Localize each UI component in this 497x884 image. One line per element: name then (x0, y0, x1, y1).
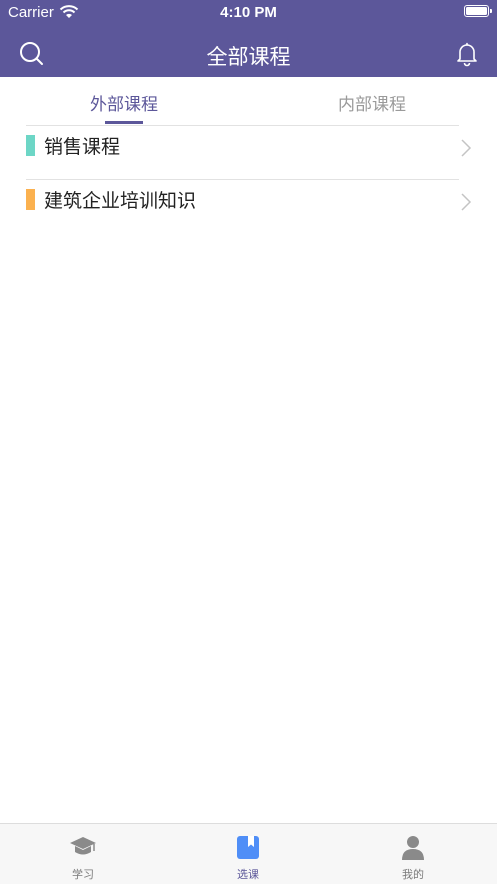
category-color-bar (26, 189, 35, 210)
tab-course-select[interactable]: 选课 (188, 824, 308, 884)
bell-icon[interactable] (454, 41, 480, 67)
tab-internal-courses[interactable]: 内部课程 (307, 90, 437, 115)
battery-icon (464, 5, 492, 17)
category-color-bar (26, 135, 35, 156)
category-label: 建筑企业培训知识 (44, 190, 197, 212)
status-bar: Carrier 4:10 PM (0, 0, 497, 26)
tab-study[interactable]: 学习 (23, 824, 143, 884)
clock: 4:10 PM (220, 4, 277, 21)
tab-label: 学习 (72, 868, 94, 881)
nav-header: Carrier 4:10 PM 全部课程 (0, 0, 497, 77)
chevron-right-icon (461, 193, 472, 211)
tab-label: 选课 (237, 868, 259, 881)
segment-tabs: 外部课程 内部课程 (0, 77, 497, 125)
bottom-tab-bar: 学习 选课 我的 (0, 823, 497, 884)
category-row[interactable]: 销售课程 (26, 122, 472, 176)
tab-mine[interactable]: 我的 (353, 824, 473, 884)
category-row[interactable]: 建筑企业培训知识 (26, 176, 472, 230)
category-label: 销售课程 (44, 136, 121, 158)
chevron-right-icon (461, 139, 472, 157)
person-icon (402, 836, 424, 860)
graduation-cap-icon (70, 837, 96, 855)
tab-label: 我的 (402, 868, 424, 881)
book-icon (237, 836, 259, 859)
tab-external-courses[interactable]: 外部课程 (59, 90, 189, 115)
page-title: 全部课程 (206, 45, 291, 69)
